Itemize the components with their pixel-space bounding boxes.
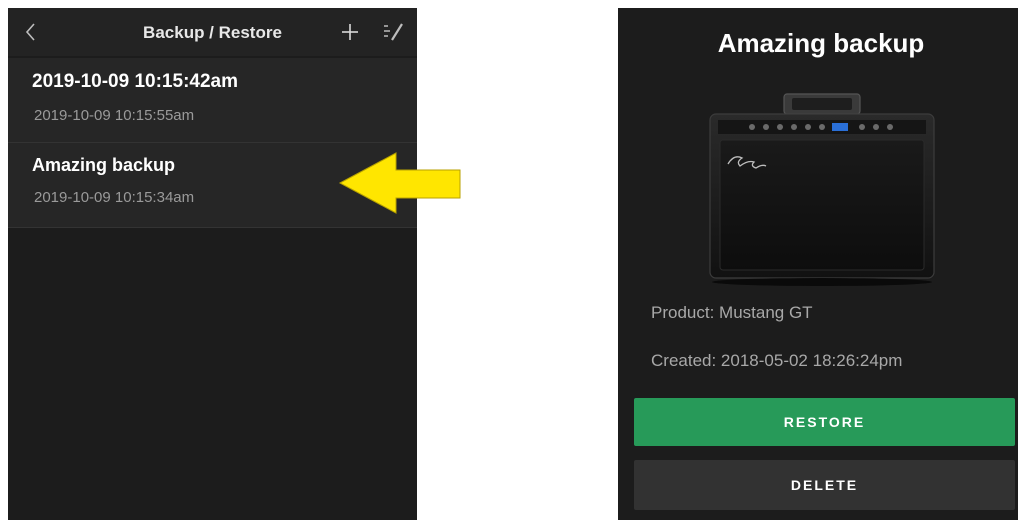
plus-icon[interactable] [338,20,362,44]
list-item[interactable]: 2019-10-09 10:15:42am 2019-10-09 10:15:5… [8,58,417,142]
created-info: Created: 2018-05-02 18:26:24pm [651,351,903,370]
backup-date: 2019-10-09 10:15:34am [34,189,195,206]
backup-detail-screen: Amazing backup Product: Mustang GT Creat… [618,8,1018,520]
detail-title: Amazing backup [717,28,925,58]
backup-date: 2019-10-09 10:15:55am [34,107,195,124]
divider [8,227,417,228]
restore-button[interactable]: RESTORE [634,398,1015,446]
edit-list-icon[interactable] [382,20,406,44]
backup-title: Amazing backup [32,155,176,175]
backup-list-screen: Backup / Restore 2019-10-09 10:15:42am 2… [8,8,417,520]
delete-button[interactable]: DELETE [634,460,1015,510]
amplifier-image [704,88,940,288]
nav-bar: Backup / Restore [8,8,417,56]
product-info: Product: Mustang GT [651,303,813,322]
backup-title: 2019-10-09 10:15:42am [32,71,238,92]
yellow-arrow-left-icon [338,152,462,214]
